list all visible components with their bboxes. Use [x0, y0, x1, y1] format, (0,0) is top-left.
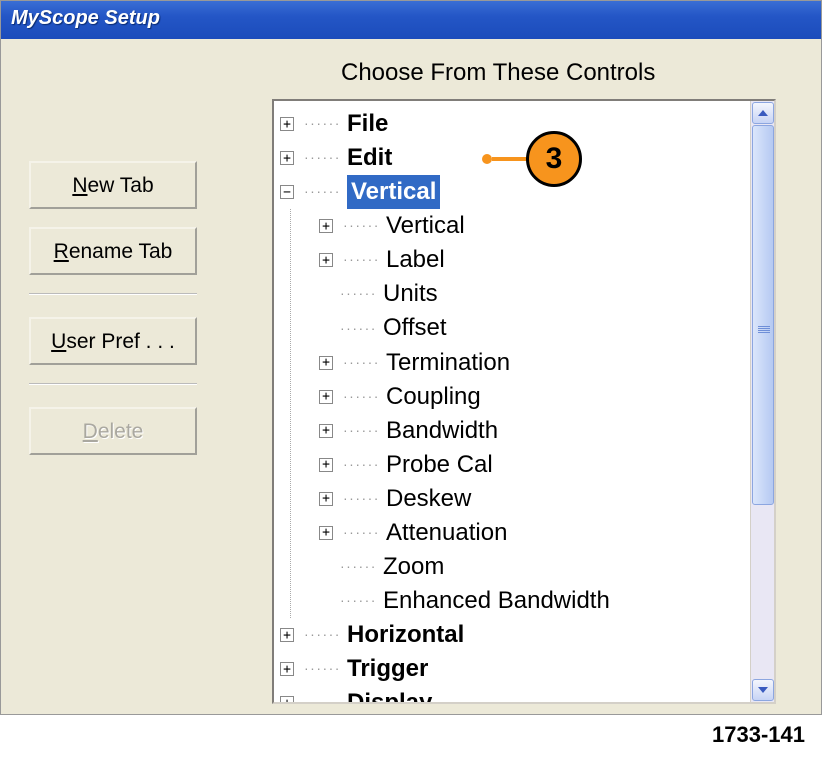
left-button-panel: New Tab Rename Tab User Pref . . . Delet…	[29, 161, 209, 473]
tree-connector-icon: ······	[343, 455, 380, 475]
expand-icon[interactable]: +	[319, 219, 333, 233]
controls-tree[interactable]: +······File+······Edit−······Vertical+··…	[280, 107, 750, 704]
expand-icon[interactable]: +	[319, 253, 333, 267]
tree-node-label[interactable]: Units	[383, 277, 438, 311]
tree-node[interactable]: + ······ Coupling	[319, 380, 750, 414]
expand-icon[interactable]: +	[280, 696, 294, 704]
scroll-down-button[interactable]	[752, 679, 774, 701]
tree-node-label[interactable]: Attenuation	[386, 516, 507, 550]
tree-connector-icon: ······	[343, 489, 380, 509]
tree-node-label[interactable]: Trigger	[347, 652, 428, 686]
new-tab-label: ew Tab	[88, 174, 154, 197]
tree-node-label[interactable]: Enhanced Bandwidth	[383, 584, 610, 618]
tree-node-label[interactable]: Deskew	[386, 482, 471, 516]
tree-node-label[interactable]: Bandwidth	[386, 414, 498, 448]
controls-tree-panel: +······File+······Edit−······Vertical+··…	[272, 99, 776, 704]
window-titlebar: MyScope Setup	[1, 1, 821, 39]
tree-node[interactable]: ······ Offset	[319, 311, 750, 345]
user-pref-label: ser Pref . . .	[66, 330, 175, 353]
tree-node-label[interactable]: File	[347, 107, 388, 141]
myscope-setup-window: MyScope Setup Choose From These Controls…	[0, 0, 822, 715]
tree-connector-icon: ······	[304, 148, 341, 168]
rename-tab-button[interactable]: Rename Tab	[29, 227, 197, 275]
tree-connector-icon: ······	[343, 523, 380, 543]
delete-button: Delete	[29, 407, 197, 455]
separator	[29, 293, 197, 295]
expand-icon[interactable]: +	[319, 356, 333, 370]
tree-connector-icon: ······	[340, 591, 377, 611]
tree-connector-icon: ······	[340, 284, 377, 304]
tree-connector-icon: ······	[343, 353, 380, 373]
tree-connector-icon: ······	[343, 216, 380, 236]
tree-node[interactable]: + ······ Edit	[280, 141, 750, 175]
tree-children: +······Vertical+······Label······Units··…	[290, 209, 750, 618]
tree-node-label[interactable]: Coupling	[386, 380, 481, 414]
expand-icon[interactable]: +	[319, 390, 333, 404]
tree-node[interactable]: + ······ Probe Cal	[319, 448, 750, 482]
tree-node-label[interactable]: Vertical	[347, 175, 440, 209]
tree-node[interactable]: + ······ Display	[280, 686, 750, 704]
tree-connector-icon: ······	[304, 182, 341, 202]
expand-icon[interactable]: +	[319, 492, 333, 506]
tree-node[interactable]: ······ Units	[319, 277, 750, 311]
vertical-scrollbar[interactable]	[750, 101, 774, 702]
tree-node[interactable]: + ······ File	[280, 107, 750, 141]
tree-connector-icon: ······	[304, 693, 341, 704]
tree-connector-icon: ······	[304, 625, 341, 645]
new-tab-button[interactable]: New Tab	[29, 161, 197, 209]
scroll-up-button[interactable]	[752, 102, 774, 124]
tree-node[interactable]: + ······ Deskew	[319, 482, 750, 516]
tree-node[interactable]: ······ Enhanced Bandwidth	[319, 584, 750, 618]
tree-node[interactable]: + ······ Horizontal	[280, 618, 750, 652]
tree-node[interactable]: + ······ Attenuation	[319, 516, 750, 550]
tree-node[interactable]: ······ Zoom	[319, 550, 750, 584]
section-heading: Choose From These Controls	[341, 59, 655, 87]
expand-icon[interactable]: +	[280, 628, 294, 642]
figure-id: 1733-141	[712, 722, 805, 748]
rename-tab-label: ename Tab	[69, 240, 173, 263]
expand-icon[interactable]: +	[319, 458, 333, 472]
expand-icon[interactable]: +	[280, 117, 294, 131]
tree-node-label[interactable]: Offset	[383, 311, 447, 345]
tree-node-label[interactable]: Termination	[386, 346, 510, 380]
collapse-icon[interactable]: −	[280, 185, 294, 199]
expand-icon[interactable]: +	[280, 151, 294, 165]
tree-connector-icon: ······	[340, 319, 377, 339]
tree-connector-icon: ······	[304, 659, 341, 679]
tree-node-label[interactable]: Label	[386, 243, 445, 277]
tree-node-label[interactable]: Vertical	[386, 209, 465, 243]
delete-label: elete	[98, 420, 144, 443]
tree-node[interactable]: + ······ Label	[319, 243, 750, 277]
expand-icon[interactable]: +	[280, 662, 294, 676]
window-title: MyScope Setup	[11, 7, 160, 29]
tree-connector-icon: ······	[304, 114, 341, 134]
tree-node[interactable]: −······ Vertical	[280, 175, 750, 209]
expand-icon[interactable]: +	[319, 424, 333, 438]
tree-connector-icon: ······	[343, 421, 380, 441]
tree-connector-icon: ······	[343, 250, 380, 270]
tree-connector-icon: ······	[340, 557, 377, 577]
tree-node[interactable]: + ······ Vertical	[319, 209, 750, 243]
separator	[29, 383, 197, 385]
tree-node[interactable]: + ······ Trigger	[280, 652, 750, 686]
scroll-thumb[interactable]	[752, 125, 774, 505]
tree-node[interactable]: + ······ Termination	[319, 346, 750, 380]
expand-icon[interactable]: +	[319, 526, 333, 540]
tree-node-label[interactable]: Probe Cal	[386, 448, 493, 482]
user-pref-button[interactable]: User Pref . . .	[29, 317, 197, 365]
tree-node-label[interactable]: Display	[347, 686, 432, 704]
tree-node[interactable]: + ······ Bandwidth	[319, 414, 750, 448]
tree-node-label[interactable]: Horizontal	[347, 618, 464, 652]
tree-node-label[interactable]: Zoom	[383, 550, 444, 584]
tree-node-label[interactable]: Edit	[347, 141, 392, 175]
tree-connector-icon: ······	[343, 387, 380, 407]
